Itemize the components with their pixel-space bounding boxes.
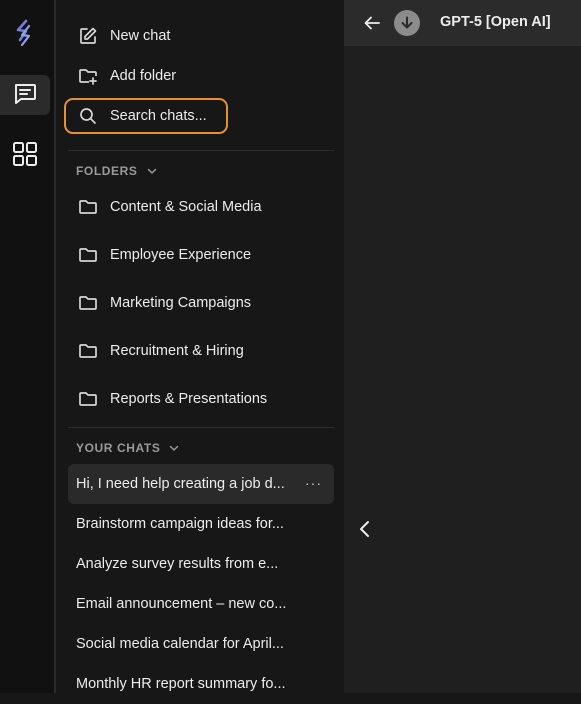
arrow-left-icon[interactable] xyxy=(362,13,382,33)
chat-sidebar: New chat Add folder Search chats... FOLD… xyxy=(56,0,344,693)
rail-apps-button[interactable] xyxy=(0,136,50,176)
add-folder-label: Add folder xyxy=(110,68,177,84)
sidebar-divider xyxy=(68,150,334,151)
chat-title: Monthly HR report summary fo... xyxy=(76,676,286,692)
chat-list-item[interactable]: Email announcement – new co... xyxy=(68,584,334,624)
search-icon xyxy=(78,106,98,126)
chat-icon xyxy=(12,80,38,111)
pencil-square-icon xyxy=(78,26,98,46)
chat-main-area: GPT-5 [Open AI] xyxy=(344,0,581,693)
folder-icon xyxy=(78,293,98,313)
folder-label: Content & Social Media xyxy=(110,199,262,215)
folders-heading: FOLDERS xyxy=(76,164,138,178)
folder-icon xyxy=(78,245,98,265)
chat-list-item[interactable]: Monthly HR report summary fo... xyxy=(68,664,334,704)
chevron-down-icon xyxy=(146,165,158,177)
download-circle-icon[interactable] xyxy=(394,10,420,36)
folder-item[interactable]: Employee Experience xyxy=(78,239,251,271)
add-folder-button[interactable]: Add folder xyxy=(78,59,176,93)
folder-item[interactable]: Reports & Presentations xyxy=(78,383,267,415)
apps-grid-icon xyxy=(12,141,38,172)
chat-list-item[interactable]: Social media calendar for April... xyxy=(68,624,334,664)
search-chats-input[interactable]: Search chats... xyxy=(64,98,228,134)
folder-item[interactable]: Recruitment & Hiring xyxy=(78,335,244,367)
folder-label: Marketing Campaigns xyxy=(110,295,252,311)
model-name[interactable]: GPT-5 [Open AI] xyxy=(440,14,551,30)
chat-header: GPT-5 [Open AI] xyxy=(344,0,581,46)
chat-title: Analyze survey results from e... xyxy=(76,556,279,572)
folder-label: Reports & Presentations xyxy=(110,391,268,407)
search-placeholder: Search chats... xyxy=(110,108,207,124)
folder-label: Recruitment & Hiring xyxy=(110,343,244,359)
your-chats-heading: YOUR CHATS xyxy=(76,441,161,455)
chat-list-item[interactable]: Brainstorm campaign ideas for... xyxy=(68,504,334,544)
chat-title: Brainstorm campaign ideas for... xyxy=(76,516,284,532)
chat-title: Social media calendar for April... xyxy=(76,636,284,652)
folder-plus-icon xyxy=(78,66,98,86)
new-chat-button[interactable]: New chat xyxy=(78,19,170,53)
chevron-down-icon xyxy=(168,442,180,454)
chats-section-toggle[interactable]: YOUR CHATS xyxy=(76,438,180,458)
folder-icon xyxy=(78,389,98,409)
chat-title: Email announcement – new co... xyxy=(76,596,287,612)
brand-logo-icon[interactable] xyxy=(12,18,36,48)
folders-section-toggle[interactable]: FOLDERS xyxy=(76,161,158,181)
folder-label: Employee Experience xyxy=(110,247,252,263)
folder-item[interactable]: Content & Social Media xyxy=(78,191,262,223)
chat-title: Hi, I need help creating a job d... xyxy=(76,476,285,492)
rail-chats-button[interactable] xyxy=(0,75,50,115)
sidebar-divider xyxy=(68,427,334,428)
folder-item[interactable]: Marketing Campaigns xyxy=(78,287,251,319)
new-chat-label: New chat xyxy=(110,28,171,44)
folder-icon xyxy=(78,197,98,217)
icon-rail xyxy=(0,0,56,693)
chevron-left-icon[interactable] xyxy=(356,518,374,540)
more-options-icon[interactable]: ··· xyxy=(305,475,322,491)
chat-list-item[interactable]: Analyze survey results from e... xyxy=(68,544,334,584)
folder-icon xyxy=(78,341,98,361)
chat-list-item[interactable]: Hi, I need help creating a job d... ··· xyxy=(68,464,334,504)
